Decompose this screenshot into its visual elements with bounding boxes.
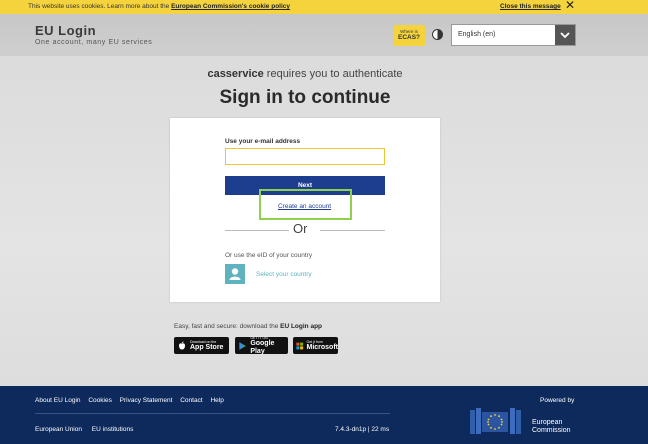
service-line: casservice requires you to authenticate bbox=[0, 68, 610, 80]
powered-by: Powered by bbox=[540, 397, 575, 404]
google-play-icon bbox=[239, 341, 246, 350]
footer-divider bbox=[35, 413, 390, 414]
close-message-link[interactable]: Close this message bbox=[500, 3, 561, 10]
ec-line-2: Commission bbox=[532, 427, 571, 434]
select-country-link[interactable]: Select your country bbox=[256, 271, 312, 278]
login-card: Use your e-mail address Next Create an a… bbox=[170, 118, 440, 302]
version-info: 7.4.3-dn1p | 22 ms bbox=[335, 426, 390, 433]
footer-links: About EU Login Cookies Privacy Statement… bbox=[35, 397, 230, 404]
google-play-big: Google Play bbox=[250, 339, 275, 355]
microsoft-icon bbox=[296, 342, 304, 349]
language-select[interactable]: English (en) bbox=[451, 24, 576, 46]
footer-link-contact[interactable]: Contact bbox=[180, 397, 202, 404]
cookie-policy-link[interactable]: European Commission's cookie policy bbox=[171, 3, 290, 10]
brand-subtitle: One account, many EU services bbox=[35, 39, 153, 46]
brand-title: EU Login bbox=[35, 23, 97, 38]
header: EU Login One account, many EU services W… bbox=[0, 14, 648, 56]
app-promo-prefix: Easy, fast and secure: download the bbox=[174, 323, 281, 330]
european-commission-text: European Commission bbox=[532, 419, 571, 435]
ec-line-1: European bbox=[532, 419, 563, 426]
footer-link-privacy[interactable]: Privacy Statement bbox=[120, 397, 173, 404]
european-commission-logo[interactable] bbox=[470, 406, 528, 436]
apple-icon bbox=[179, 341, 185, 349]
page-title: Sign in to continue bbox=[219, 87, 391, 108]
footer-bottom-links: European Union EU institutions bbox=[35, 426, 141, 433]
app-promo-text: Easy, fast and secure: download the EU L… bbox=[174, 323, 322, 330]
chevron-down-icon[interactable] bbox=[555, 25, 575, 45]
microsoft-badge[interactable]: Get it from Microsoft bbox=[293, 337, 338, 354]
eid-text: Or use the eID of your country bbox=[225, 252, 313, 259]
footer-link-cookies[interactable]: Cookies bbox=[88, 397, 111, 404]
footer-link-about[interactable]: About EU Login bbox=[35, 397, 81, 404]
contrast-icon[interactable] bbox=[432, 29, 443, 40]
app-name: EU Login app bbox=[280, 323, 323, 330]
ecas-label-bottom: ECAS? bbox=[397, 34, 421, 41]
email-field[interactable] bbox=[225, 148, 385, 165]
or-separator: Or bbox=[293, 221, 308, 236]
close-icon[interactable]: ✕ bbox=[565, 0, 575, 11]
footer-link-help[interactable]: Help bbox=[210, 397, 223, 404]
footer-link-european-union[interactable]: European Union bbox=[35, 426, 82, 433]
create-account-link[interactable]: Create an account bbox=[278, 203, 331, 210]
person-icon[interactable] bbox=[225, 264, 245, 284]
cookie-message-text: This website uses cookies. Learn more ab… bbox=[28, 3, 172, 10]
email-label: Use your e-mail address bbox=[225, 138, 301, 145]
footer: About EU Login Cookies Privacy Statement… bbox=[0, 386, 648, 444]
footer-link-eu-institutions[interactable]: EU institutions bbox=[92, 426, 134, 433]
service-name: casservice bbox=[207, 68, 264, 80]
where-is-ecas-button[interactable]: Where is ECAS? bbox=[393, 25, 425, 46]
cookie-banner: This website uses cookies. Learn more ab… bbox=[0, 0, 648, 14]
app-store-big: App Store bbox=[190, 343, 224, 351]
cookie-message: This website uses cookies. Learn more ab… bbox=[28, 3, 290, 10]
divider-right bbox=[320, 230, 385, 231]
app-store-badge[interactable]: Download on the App Store bbox=[174, 337, 229, 354]
divider-left bbox=[225, 230, 289, 231]
language-value: English (en) bbox=[458, 31, 496, 38]
service-requires-text: requires you to authenticate bbox=[263, 68, 403, 80]
google-play-badge[interactable]: GET IT ON Google Play bbox=[235, 336, 288, 355]
microsoft-big: Microsoft bbox=[306, 343, 339, 351]
